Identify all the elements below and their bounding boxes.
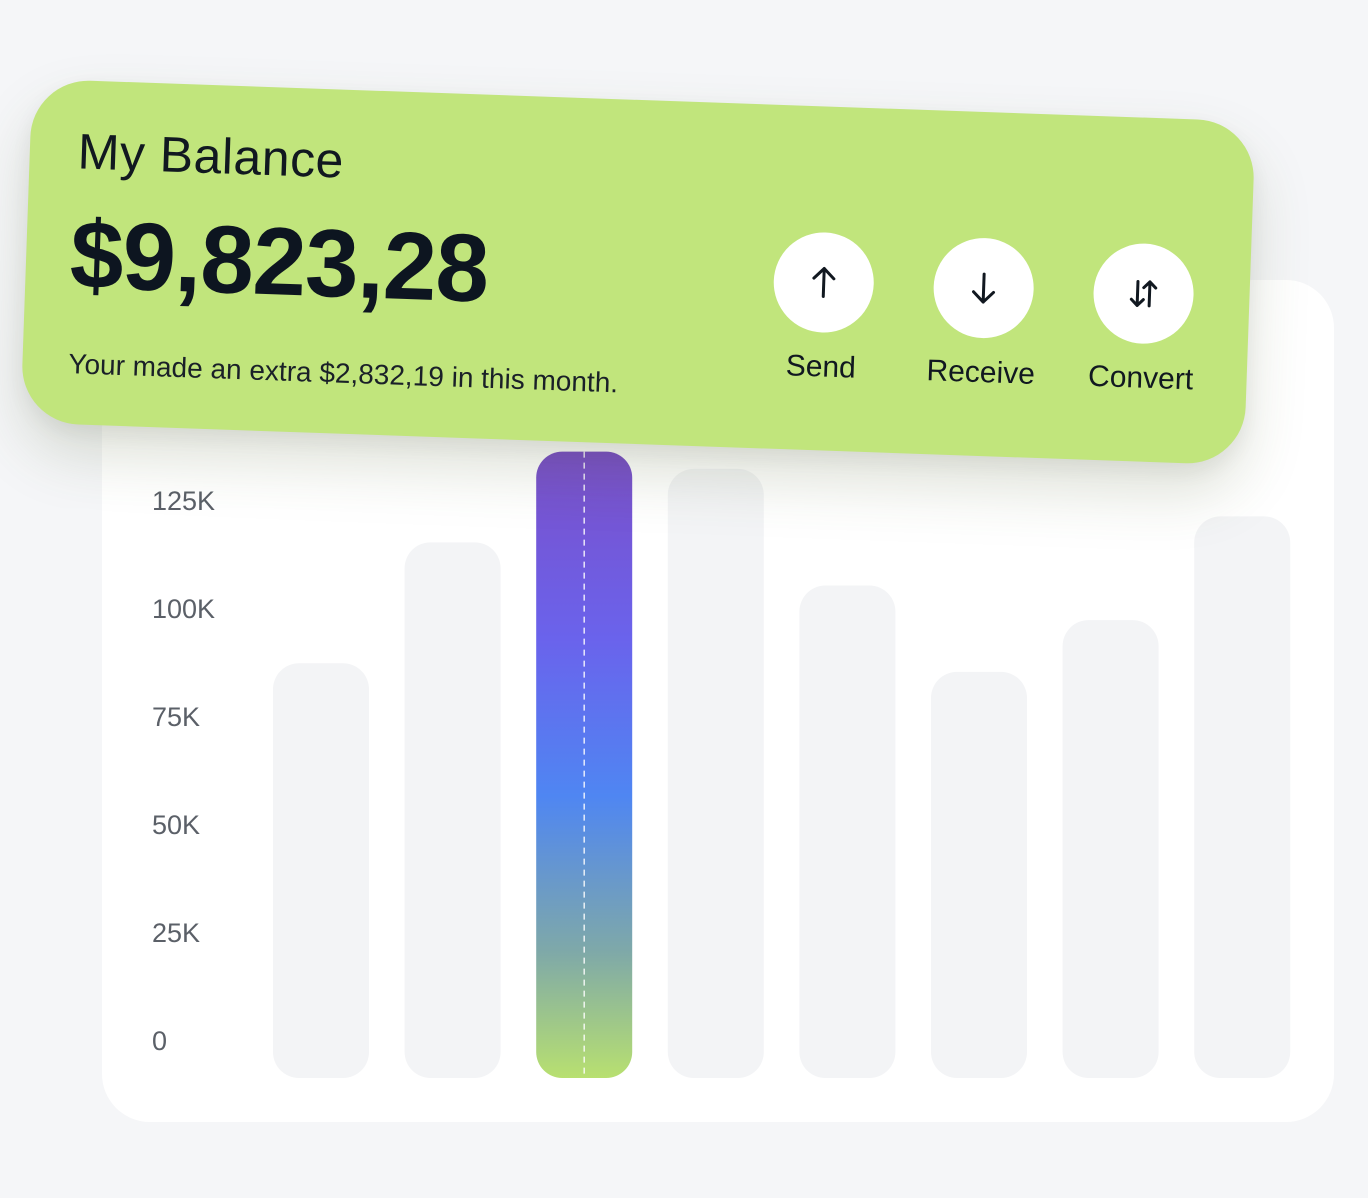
y-tick-label: 100K — [152, 594, 215, 624]
bar[interactable] — [799, 585, 896, 1078]
y-tick-label: 0 — [152, 1026, 167, 1056]
y-axis-ticks: 0 25K 50K 75K 100K 125K — [152, 486, 215, 1056]
y-tick-label: 50K — [152, 810, 200, 840]
convert-button[interactable]: Convert — [1087, 241, 1197, 398]
y-tick-label: 125K — [152, 486, 215, 516]
send-button[interactable]: Send — [768, 230, 877, 387]
send-label: Send — [785, 349, 857, 385]
arrow-up-icon — [812, 266, 836, 298]
send-icon-button[interactable] — [772, 230, 876, 335]
arrow-down-icon — [972, 272, 996, 304]
receive-icon-button[interactable] — [931, 236, 1036, 340]
swap-vertical-icon — [1129, 279, 1158, 308]
bar[interactable] — [931, 671, 1027, 1078]
y-tick-label: 25K — [152, 918, 200, 948]
balance-card: My Balance $9,823,28 Your made an extra … — [20, 78, 1256, 466]
convert-icon-button[interactable] — [1091, 241, 1196, 346]
bar[interactable] — [1194, 516, 1291, 1078]
receive-button[interactable]: Receive — [925, 236, 1037, 392]
bar[interactable] — [404, 542, 501, 1078]
bar[interactable] — [273, 663, 369, 1078]
action-buttons: Send Receive Convert — [768, 230, 1197, 398]
balance-subtitle: Your made an extra $2,832,19 in this mon… — [67, 348, 619, 399]
balance-title: My Balance — [76, 123, 345, 189]
convert-label: Convert — [1087, 359, 1194, 397]
y-tick-label: 75K — [152, 702, 200, 732]
bar[interactable] — [1062, 620, 1159, 1078]
bar[interactable] — [667, 468, 764, 1078]
bars-group — [273, 451, 1291, 1079]
receive-label: Receive — [925, 354, 1036, 391]
balance-amount: $9,823,28 — [68, 201, 490, 323]
